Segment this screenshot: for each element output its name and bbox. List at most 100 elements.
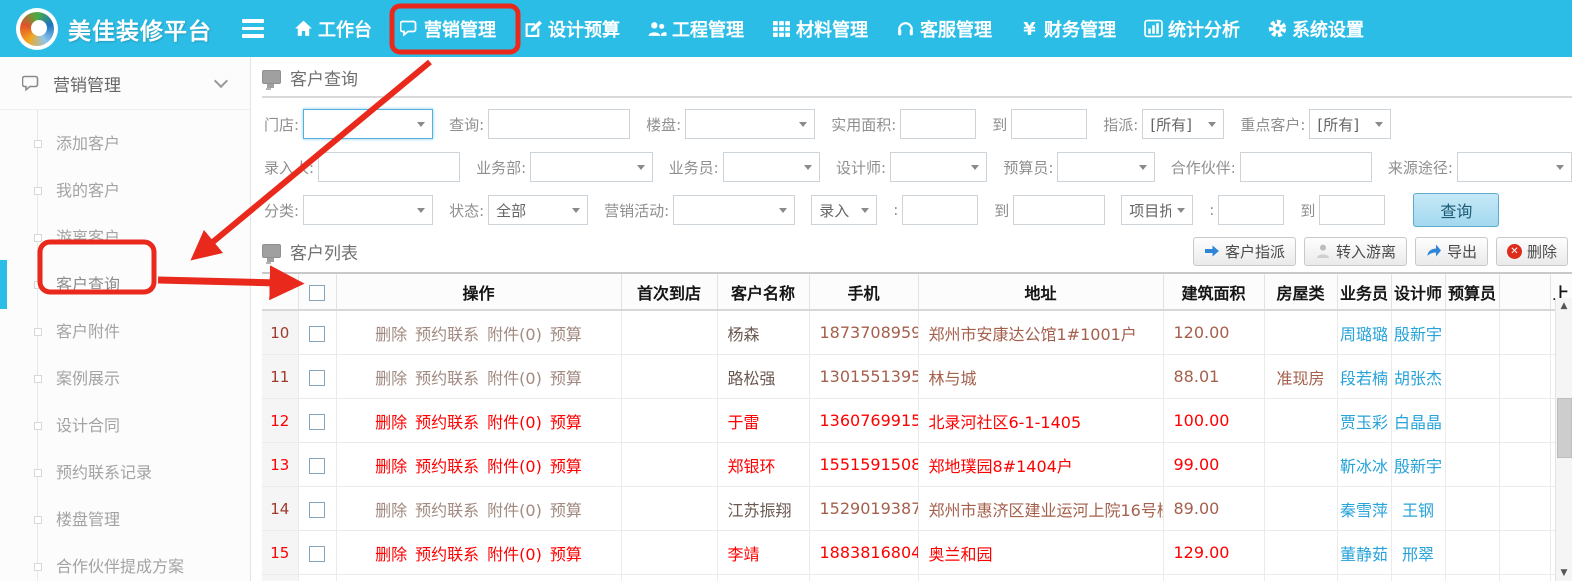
op-link[interactable]: 附件(0) bbox=[487, 501, 542, 520]
filter-input[interactable] bbox=[902, 195, 978, 225]
sidebar-item[interactable]: 游离客户 bbox=[0, 214, 250, 261]
op-link[interactable]: 附件(0) bbox=[487, 369, 542, 388]
designer-cell[interactable]: 胡张杰 bbox=[1391, 355, 1445, 399]
op-link[interactable]: 预算 bbox=[550, 413, 582, 432]
move-to-idle-button[interactable]: 转入游离 bbox=[1304, 237, 1407, 266]
sidebar-item[interactable]: 预约联系记录 bbox=[0, 449, 250, 496]
row-checkbox[interactable] bbox=[309, 502, 325, 518]
row-checkbox[interactable] bbox=[309, 370, 325, 386]
sidebar-item[interactable]: 案例展示 bbox=[0, 355, 250, 402]
vertical-scrollbar[interactable]: ▲ ▼ bbox=[1555, 298, 1572, 581]
sidebar-item[interactable]: 添加客户 bbox=[0, 120, 250, 167]
sidebar-item[interactable]: 楼盘管理 bbox=[0, 496, 250, 543]
nav-item[interactable]: 客服管理 bbox=[882, 0, 1006, 57]
scroll-down-button[interactable]: ▼ bbox=[1556, 565, 1572, 581]
nav-item[interactable]: 统计分析 bbox=[1130, 0, 1254, 57]
sidebar-item[interactable]: 客户附件 bbox=[0, 308, 250, 355]
filter-select[interactable] bbox=[303, 195, 433, 225]
op-link[interactable]: 预算 bbox=[550, 501, 582, 520]
column-header bbox=[262, 274, 298, 310]
salesperson-cell[interactable]: 秦雪萍 bbox=[1337, 487, 1391, 531]
filter-select[interactable] bbox=[303, 109, 433, 139]
select-all-checkbox[interactable] bbox=[309, 285, 325, 301]
designer-cell[interactable]: 王钢 bbox=[1391, 487, 1445, 531]
op-link[interactable]: 删除 bbox=[375, 325, 407, 344]
salesperson-cell[interactable]: 周璐璐 bbox=[1337, 310, 1391, 355]
sidebar-item[interactable]: 合作伙伴提成方案 bbox=[0, 543, 250, 581]
row-checkbox[interactable] bbox=[309, 414, 325, 430]
designer-cell[interactable]: 殷新宇 bbox=[1391, 443, 1445, 487]
nav-item[interactable]: 工作台 bbox=[280, 0, 386, 57]
salesperson-cell[interactable]: 靳冰冰 bbox=[1337, 443, 1391, 487]
filter-input[interactable] bbox=[488, 109, 630, 139]
designer-cell[interactable]: 白晶晶 bbox=[1391, 399, 1445, 443]
op-link[interactable]: 删除 bbox=[375, 369, 407, 388]
filter-select[interactable]: 录入 bbox=[811, 195, 877, 225]
row-checkbox[interactable] bbox=[309, 326, 325, 342]
designer-cell[interactable]: 殷新宇 bbox=[1391, 310, 1445, 355]
op-link[interactable]: 预约联系 bbox=[415, 413, 479, 432]
filter-input[interactable] bbox=[1319, 195, 1385, 225]
filter-select[interactable] bbox=[1457, 152, 1572, 182]
nav-item[interactable]: 工程管理 bbox=[634, 0, 758, 57]
filter-label: 楼盘: bbox=[646, 114, 681, 135]
designer-cell[interactable]: 邢翠 bbox=[1391, 531, 1445, 575]
assign-customer-button[interactable]: 客户指派 bbox=[1193, 237, 1296, 266]
nav-item[interactable]: 材料管理 bbox=[758, 0, 882, 57]
search-button[interactable]: 查询 bbox=[1413, 193, 1499, 227]
op-link[interactable]: 删除 bbox=[375, 457, 407, 476]
op-link[interactable]: 预算 bbox=[550, 457, 582, 476]
op-link[interactable]: 删除 bbox=[375, 413, 407, 432]
salesperson-cell[interactable]: 董静茹 bbox=[1337, 531, 1391, 575]
op-link[interactable]: 预约联系 bbox=[415, 457, 479, 476]
delete-button[interactable]: ✕ 删除 bbox=[1496, 237, 1568, 266]
scrollbar-thumb[interactable] bbox=[1557, 398, 1572, 458]
filter-select[interactable] bbox=[530, 152, 653, 182]
filter-select[interactable] bbox=[890, 152, 987, 182]
salesperson-cell[interactable]: 李蕾 bbox=[1337, 575, 1391, 581]
filter-select[interactable] bbox=[673, 195, 795, 225]
filter-select[interactable] bbox=[685, 109, 815, 139]
filter-select[interactable]: 项目折扣 bbox=[1121, 195, 1193, 225]
sidebar-item[interactable]: 设计合同 bbox=[0, 402, 250, 449]
filter-input[interactable] bbox=[1240, 152, 1372, 182]
export-button[interactable]: 导出 bbox=[1415, 237, 1488, 266]
designer-cell[interactable]: 杨军超 bbox=[1391, 575, 1445, 581]
row-checkbox[interactable] bbox=[309, 458, 325, 474]
op-link[interactable]: 预约联系 bbox=[415, 369, 479, 388]
op-link[interactable]: 附件(0) bbox=[487, 325, 542, 344]
op-link[interactable]: 预算 bbox=[550, 325, 582, 344]
filter-input[interactable] bbox=[1011, 109, 1087, 139]
filter-select[interactable]: [所有] bbox=[1142, 109, 1224, 139]
op-link[interactable]: 预约联系 bbox=[415, 545, 479, 564]
op-link[interactable]: 附件(0) bbox=[487, 545, 542, 564]
op-link[interactable]: 预约联系 bbox=[415, 325, 479, 344]
op-link[interactable]: 删除 bbox=[375, 501, 407, 520]
filter-input[interactable] bbox=[1218, 195, 1284, 225]
op-link[interactable]: 附件(0) bbox=[487, 413, 542, 432]
nav-item[interactable]: ¥ 财务管理 bbox=[1006, 0, 1130, 57]
filter-input[interactable] bbox=[900, 109, 976, 139]
nav-item[interactable]: 设计预算 bbox=[510, 0, 634, 57]
salesperson-cell[interactable]: 段若楠 bbox=[1337, 355, 1391, 399]
op-link[interactable]: 附件(0) bbox=[487, 457, 542, 476]
sidebar-item[interactable]: 客户查询 bbox=[0, 261, 250, 308]
row-checkbox[interactable] bbox=[309, 546, 325, 562]
filter-select[interactable] bbox=[1057, 152, 1154, 182]
op-link[interactable]: 预算 bbox=[550, 545, 582, 564]
op-link[interactable]: 预算 bbox=[550, 369, 582, 388]
salesperson-cell[interactable]: 贾玉彩 bbox=[1337, 399, 1391, 443]
filter-select[interactable] bbox=[723, 152, 820, 182]
filter-select[interactable]: [所有] bbox=[1309, 109, 1391, 139]
op-link[interactable]: 删除 bbox=[375, 545, 407, 564]
filter-input[interactable] bbox=[318, 152, 460, 182]
scroll-up-button[interactable]: ▲ bbox=[1556, 298, 1572, 314]
nav-item[interactable]: 系统设置 bbox=[1254, 0, 1378, 57]
op-link[interactable]: 预约联系 bbox=[415, 501, 479, 520]
sidebar-group-marketing[interactable]: 营销管理 bbox=[0, 57, 250, 110]
filter-select[interactable]: 全部 bbox=[488, 195, 588, 225]
sidebar-item[interactable]: 我的客户 bbox=[0, 167, 250, 214]
menu-toggle-icon[interactable] bbox=[242, 19, 264, 38]
filter-input[interactable] bbox=[1013, 195, 1105, 225]
nav-item[interactable]: 营销管理 bbox=[386, 0, 510, 57]
